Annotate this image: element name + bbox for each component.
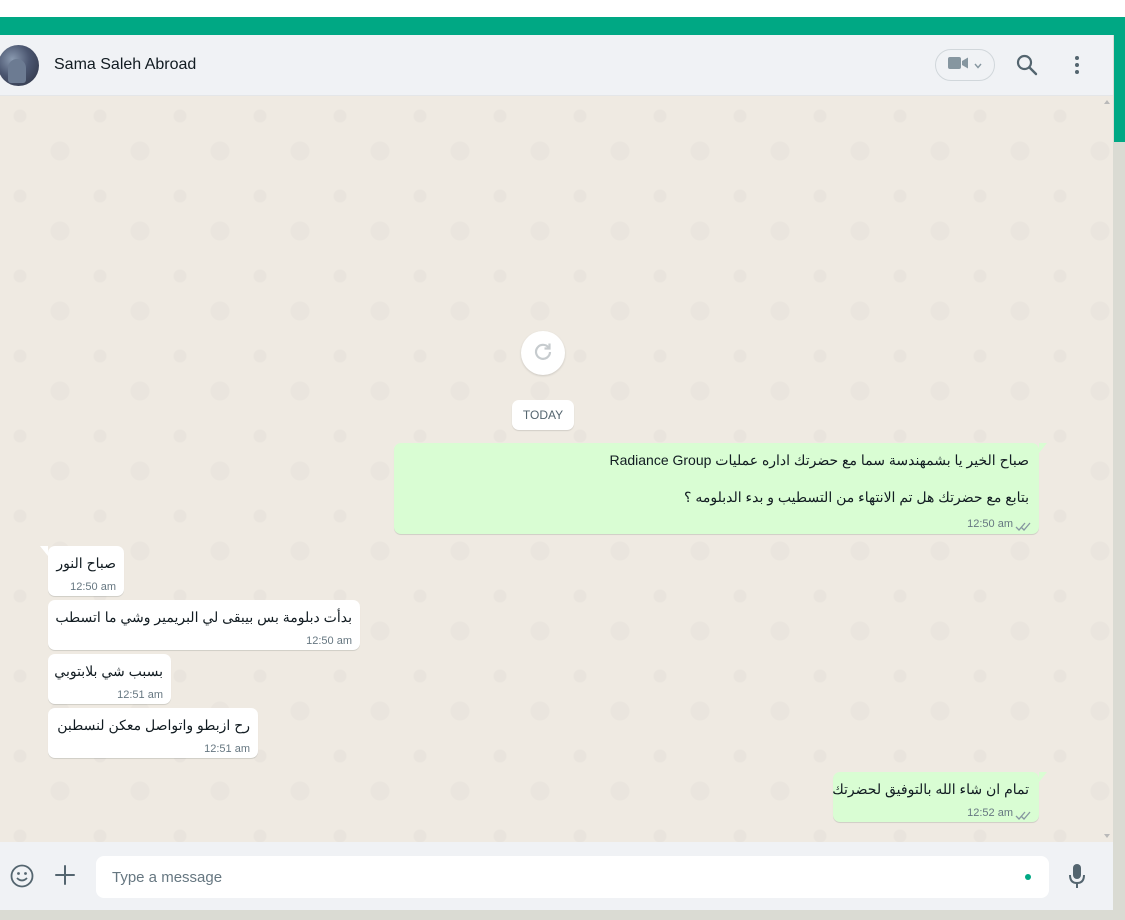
chevron-down-icon <box>974 56 982 74</box>
message-time: 12:50 am <box>967 518 1013 530</box>
message-text: بسبب شي بلابتوبي <box>54 663 163 679</box>
message-text: صباح النور <box>56 555 116 571</box>
message-time: 12:52 am <box>967 807 1013 819</box>
incoming-message[interactable]: رح ازبطو واتواصل معكن لنسطبن 12:51 am <box>48 708 258 758</box>
message-text-line-2: بتابع مع حضرتك هل تم الانتهاء من التسطيب… <box>684 489 1029 505</box>
avatar[interactable] <box>0 45 39 86</box>
bubble-tail <box>1039 772 1047 782</box>
message-input[interactable] <box>96 856 1049 898</box>
more-options-icon[interactable] <box>1066 54 1088 81</box>
message-time: 12:51 am <box>204 743 250 755</box>
video-call-icon <box>948 56 968 75</box>
chat-header: Sama Saleh Abroad <box>0 35 1113 96</box>
message-time: 12:50 am <box>306 635 352 647</box>
message-text: رح ازبطو واتواصل معكن لنسطبن <box>57 717 250 733</box>
microphone-icon[interactable] <box>1068 863 1086 894</box>
incoming-message[interactable]: صباح النور 12:50 am <box>48 546 124 596</box>
message-text: تمام ان شاء الله بالتوفيق لحضرتك <box>832 781 1029 797</box>
bubble-tail <box>40 546 48 556</box>
video-call-button[interactable] <box>935 49 995 81</box>
composer-bar <box>0 842 1113 910</box>
attach-plus-icon[interactable] <box>54 864 76 891</box>
chat-window: Sama Saleh Abroad TODAY صباح الخير يا بش… <box>0 35 1113 910</box>
incoming-message[interactable]: بسبب شي بلابتوبي 12:51 am <box>48 654 171 704</box>
message-text: بدأت دبلومة بس بيبقى لي البريمير وشي ما … <box>55 609 352 625</box>
emoji-icon[interactable] <box>10 864 34 893</box>
page-scrollbar-thumb[interactable] <box>1114 35 1125 142</box>
load-earlier-button[interactable] <box>521 331 565 375</box>
read-receipt-icon <box>1015 808 1031 824</box>
page-scrollbar-track[interactable] <box>1113 35 1125 920</box>
outgoing-message[interactable]: تمام ان شاء الله بالتوفيق لحضرتك 12:52 a… <box>832 772 1039 824</box>
search-icon[interactable] <box>1016 54 1038 81</box>
input-status-dot <box>1025 874 1031 880</box>
refresh-icon <box>533 341 553 366</box>
message-text-line-1: صباح الخير يا بشمهندسة سما مع حضرتك ادار… <box>609 452 1029 468</box>
read-receipt-icon <box>1015 519 1031 535</box>
message-time: 12:51 am <box>117 689 163 701</box>
bubble-tail <box>1039 443 1047 453</box>
scroll-up-arrow[interactable] <box>1104 100 1110 104</box>
message-list[interactable]: TODAY صباح الخير يا بشمهندسة سما مع حضرت… <box>0 96 1113 842</box>
browser-bookmarks-strip <box>0 0 1125 17</box>
date-divider: TODAY <box>512 400 574 430</box>
message-time: 12:50 am <box>70 581 116 593</box>
app-top-band <box>0 17 1125 35</box>
scroll-down-arrow[interactable] <box>1104 834 1110 838</box>
outgoing-message[interactable]: صباح الخير يا بشمهندسة سما مع حضرتك ادار… <box>394 443 1039 534</box>
incoming-message[interactable]: بدأت دبلومة بس بيبقى لي البريمير وشي ما … <box>48 600 360 650</box>
contact-name[interactable]: Sama Saleh Abroad <box>54 56 196 74</box>
